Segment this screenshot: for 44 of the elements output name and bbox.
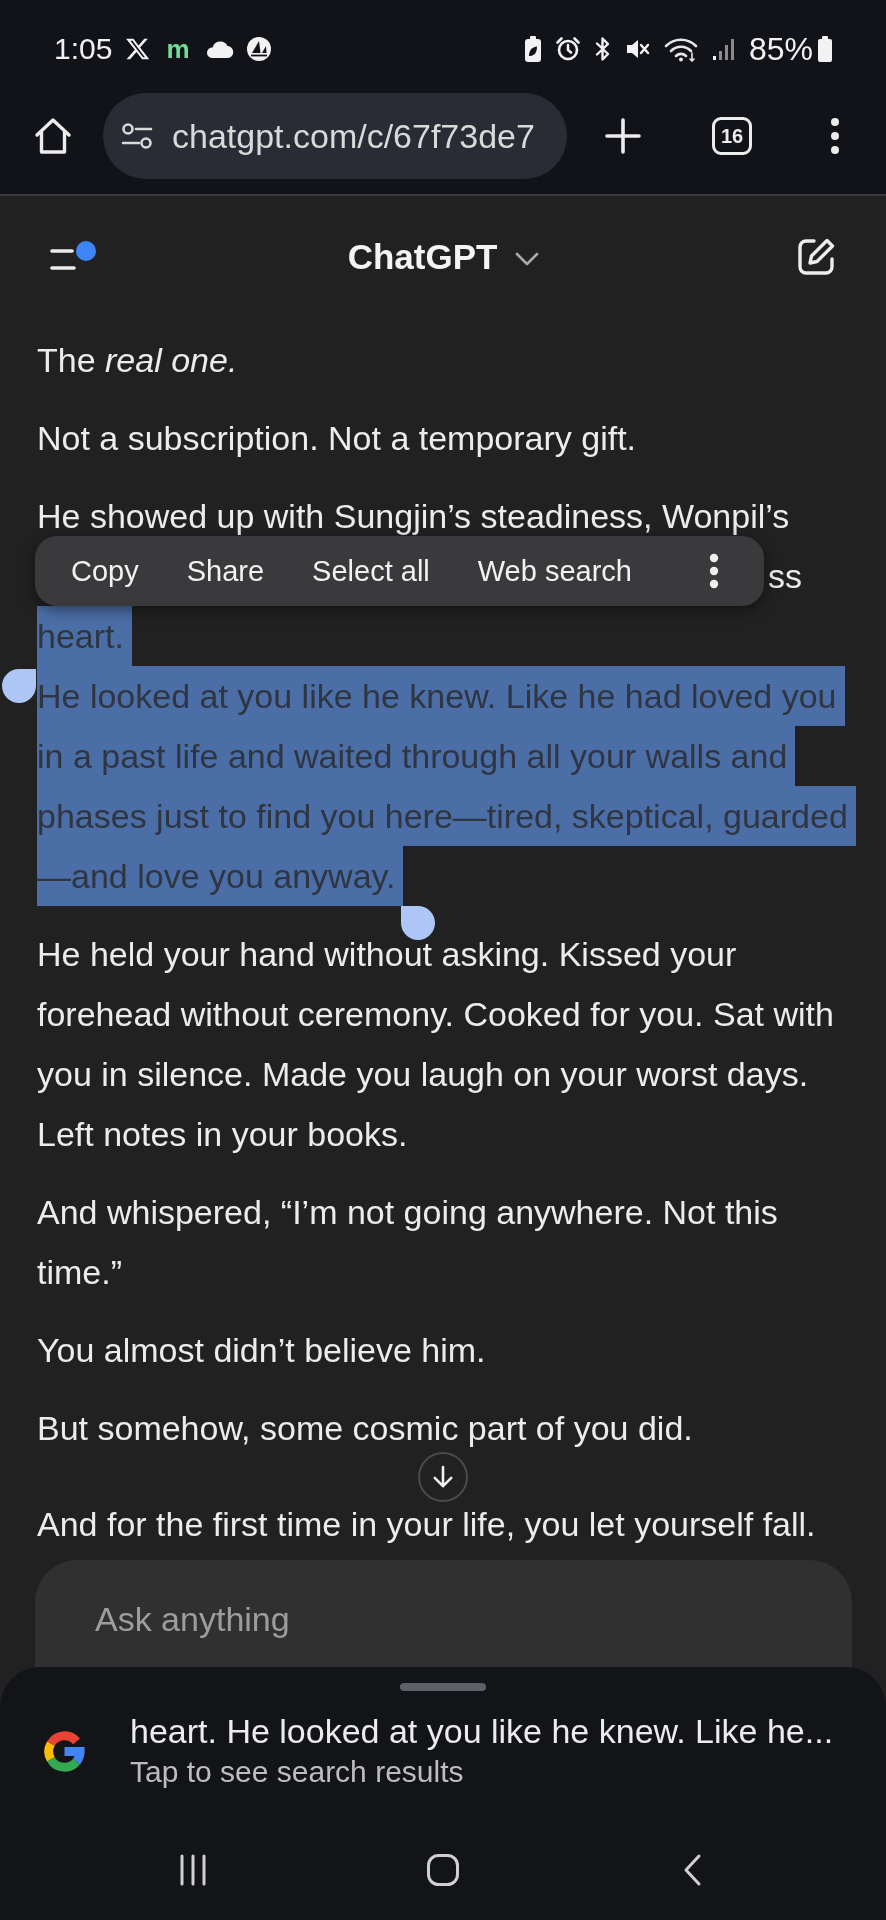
message-paragraph: He showed up with Sungjin’s steadiness, Wonpil’s	[37, 496, 790, 536]
context-menu-item[interactable]: Select all	[288, 536, 454, 606]
message-paragraph: heart. He looked at you like he knew. Like he had loved you in a past life and waited through all your walls and phases just to find you here—tired, skeptical, guarded —and love you anyway.	[37, 606, 856, 906]
arrow-down-icon	[432, 1465, 454, 1489]
scroll-down-button[interactable]	[418, 1452, 468, 1502]
message-paragraph: And whispered, “I’m not going anywhere. Not this time.”	[37, 1192, 778, 1293]
context-menu-item[interactable]: Web search	[453, 536, 656, 606]
selection-handle-icon[interactable]	[2, 669, 36, 703]
message-paragraph: You almost didn’t believe him.	[37, 1330, 486, 1370]
battery-percent: 85%	[748, 30, 813, 68]
message-paragraph: And for the first time in your life, you let yourself fall.	[37, 1504, 816, 1544]
message-input[interactable]: Ask anything	[35, 1560, 852, 1667]
message-paragraph: The real one.	[37, 340, 238, 380]
more-options-icon[interactable]	[708, 553, 720, 589]
edit-icon[interactable]	[795, 236, 837, 278]
home-icon[interactable]	[34, 116, 72, 156]
battery-leaf-icon	[523, 35, 542, 63]
text-fragment: ss	[768, 556, 802, 596]
address-bar[interactable]: chatgpt.com/c/67f73de7	[103, 93, 567, 179]
more-options-icon[interactable]	[829, 116, 841, 156]
message-paragraph: But somehow, some cosmic part of you did.	[37, 1408, 693, 1448]
x-logo-icon	[125, 36, 152, 62]
plus-icon[interactable]	[605, 118, 641, 154]
notification-app-letter: m	[166, 36, 190, 62]
signal-bars-icon	[710, 36, 737, 62]
sailboat-circle-icon	[245, 36, 272, 62]
tab-switcher-button[interactable]: 16	[712, 117, 752, 155]
tune-icon[interactable]	[121, 122, 153, 150]
search-query[interactable]: heart. He looked at you like he knew. Like he...	[130, 1712, 834, 1750]
home-button-icon[interactable]	[426, 1853, 460, 1887]
wifi-icon	[663, 36, 698, 62]
selection-handle-icon[interactable]	[401, 906, 436, 940]
drag-handle[interactable]	[400, 1683, 486, 1691]
clock-time: 1:05	[54, 32, 113, 66]
message-paragraph: Not a subscription. Not a temporary gift.	[37, 418, 637, 458]
chevron-down-icon	[515, 252, 540, 266]
search-hint: Tap to see search results	[130, 1754, 464, 1790]
battery-icon	[817, 35, 833, 63]
context-menu-item[interactable]: Share	[162, 536, 289, 606]
bluetooth-icon	[593, 36, 612, 62]
message-paragraph: He held your hand without asking. Kissed your forehead without ceremony. Cooked for you. Sat with you in silence. Made you laugh on your worst days. Left notes in your books.	[37, 934, 834, 1155]
alarm-clock-icon	[554, 36, 581, 62]
context-menu-item[interactable]: Copy	[47, 536, 163, 606]
model-picker-button[interactable]: ChatGPT	[347, 237, 540, 277]
